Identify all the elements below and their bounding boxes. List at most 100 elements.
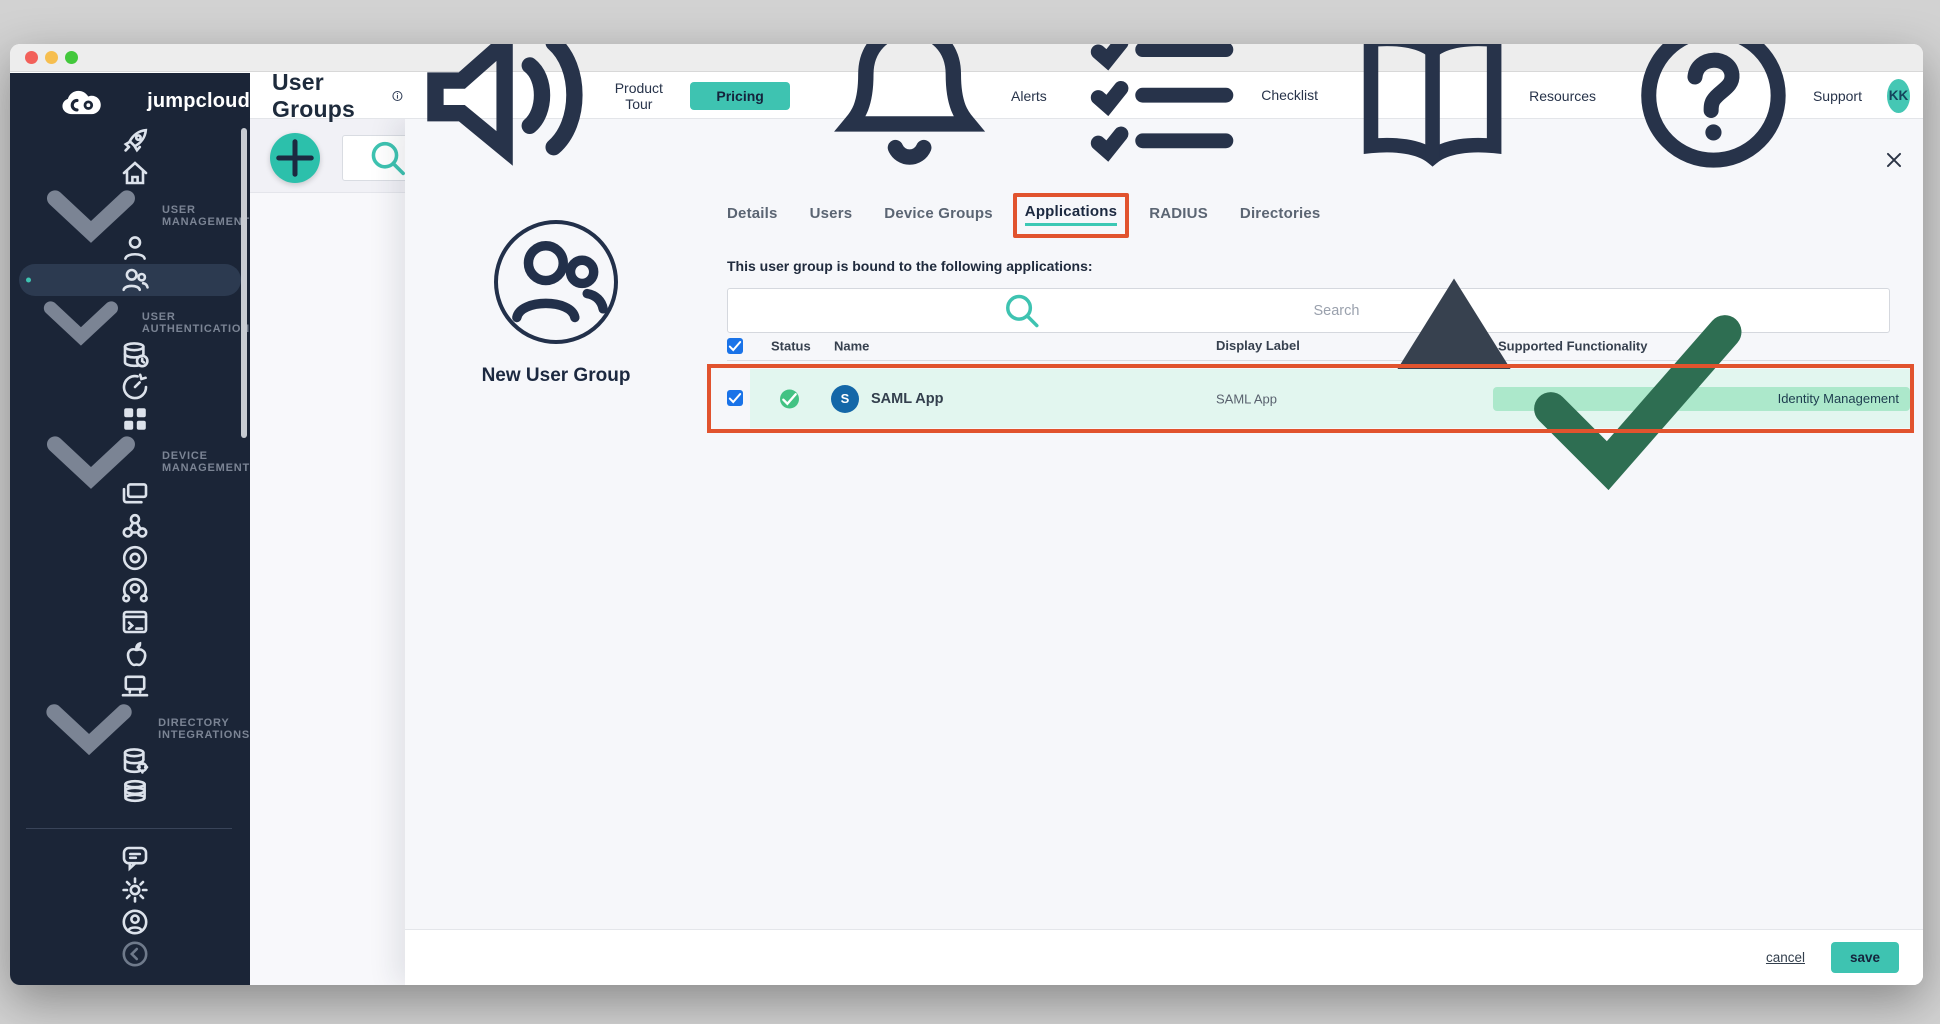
- target-icon: [40, 542, 230, 574]
- main-area: User Groups Product Tour Pricing Alerts …: [250, 73, 1923, 985]
- sidebar-item-mdm[interactable]: MDM: [10, 638, 250, 670]
- sidebar-item-sso[interactable]: SSO: [10, 403, 250, 435]
- sidebar-item-devices[interactable]: Devices: [10, 478, 250, 510]
- sidebar-item-cloud-directories[interactable]: Cloud Directories: [10, 777, 250, 809]
- resources-button[interactable]: Resources: [1343, 44, 1596, 185]
- header-actions: Product Tour Pricing Alerts Checklist Re…: [404, 44, 1910, 196]
- support-button[interactable]: Support: [1621, 44, 1862, 188]
- sidebar-item-account[interactable]: Account: [10, 906, 250, 938]
- sidebar-item-device-groups[interactable]: Device Groups: [10, 510, 250, 542]
- grid-icon: [40, 403, 230, 435]
- radius-dial-icon: [40, 371, 230, 403]
- support-label: Support: [1813, 88, 1862, 104]
- user-groups-list-pane: [250, 119, 405, 985]
- save-button[interactable]: save: [1831, 942, 1899, 973]
- sidebar-item-software-management[interactable]: Software Management: [10, 670, 250, 702]
- app-name: SAML App: [871, 391, 944, 407]
- app-window: jumpcloud DiscoverGET STARTEDHome USER MA…: [10, 44, 1923, 985]
- user-group-drawer: New User Group DetailsUsersDevice Groups…: [405, 119, 1923, 985]
- page-header: User Groups Product Tour Pricing Alerts …: [250, 73, 1923, 119]
- user-group-icon: [498, 224, 614, 340]
- sidebar-section-user-authentication[interactable]: USER AUTHENTICATION: [10, 307, 250, 339]
- megaphone-icon: [404, 44, 605, 196]
- product-tour-button[interactable]: Product Tour: [404, 44, 665, 196]
- product-tour-label: Product Tour: [612, 80, 665, 112]
- checklist-icon: [1072, 44, 1254, 187]
- app-avatar: S: [831, 385, 859, 413]
- alerts-button[interactable]: Alerts: [815, 44, 1047, 190]
- sidebar-item-active-directory[interactable]: Active Directory: [10, 745, 250, 777]
- select-all-checkbox[interactable]: [727, 338, 743, 354]
- sidebar-item-settings[interactable]: Settings: [10, 874, 250, 906]
- user-icon: [40, 232, 230, 264]
- info-icon[interactable]: [391, 87, 404, 105]
- sidebar-item-collapse-menu[interactable]: Collapse Menu: [10, 938, 250, 970]
- stacked-db-icon: [40, 777, 230, 809]
- row-checkbox[interactable]: [727, 390, 743, 406]
- page-title: User Groups: [272, 69, 373, 123]
- sidebar-item-policy-management[interactable]: Policy ManagementNEW: [10, 542, 250, 574]
- sidebar-scrollbar[interactable]: [241, 128, 247, 438]
- rocket-icon: [40, 125, 230, 157]
- sidebar-section-device-management[interactable]: DEVICE MANAGEMENT: [10, 446, 250, 478]
- functionality-badge: Identity Management: [1493, 387, 1910, 411]
- check-icon: [1504, 265, 1772, 533]
- table-row-saml-app[interactable]: S SAML App SAML App Identity Management: [750, 369, 1910, 428]
- checklist-label: Checklist: [1261, 87, 1318, 103]
- check-icon: [727, 338, 743, 354]
- cancel-button[interactable]: cancel: [1766, 950, 1805, 965]
- user-group-icon: [40, 264, 229, 296]
- add-user-group-button[interactable]: [270, 133, 320, 183]
- pricing-button[interactable]: Pricing: [690, 82, 789, 110]
- policy-group-icon: [40, 574, 230, 606]
- sidebar-item-users[interactable]: Users: [10, 232, 250, 264]
- sidebar-section-directory-integrations[interactable]: DIRECTORY INTEGRATIONS: [10, 713, 250, 745]
- sidebar-nav: DiscoverGET STARTEDHomeUSER MANAGEMENTUs…: [10, 125, 250, 970]
- sidebar-section-label: USER AUTHENTICATION: [142, 311, 250, 335]
- sidebar-item-policy-groups[interactable]: Policy Groups: [10, 574, 250, 606]
- sidebar-item-home[interactable]: Home: [10, 157, 250, 189]
- sidebar-item-radius[interactable]: RADIUS: [10, 371, 250, 403]
- tab-users[interactable]: Users: [810, 204, 853, 226]
- gear-icon: [40, 874, 230, 906]
- column-header-name[interactable]: Name: [834, 338, 869, 353]
- bell-icon: [815, 44, 1004, 190]
- sidebar-item-user-groups[interactable]: User Groups: [19, 264, 241, 296]
- group-avatar-circle: [494, 220, 618, 344]
- sidebar-item-discover[interactable]: DiscoverGET STARTED: [10, 125, 250, 157]
- tab-radius[interactable]: RADIUS: [1149, 204, 1208, 226]
- check-icon: [780, 389, 799, 408]
- sidebar-item-commands[interactable]: Commands: [10, 606, 250, 638]
- plus-icon: [270, 133, 320, 183]
- sidebar-item-ldap[interactable]: LDAP: [10, 339, 250, 371]
- status-active-icon: [780, 389, 799, 408]
- bound-applications-text: This user group is bound to the followin…: [727, 258, 1093, 274]
- account-icon: [40, 906, 230, 938]
- column-header-status[interactable]: Status: [771, 338, 811, 353]
- terminal-icon: [40, 606, 230, 638]
- device-group-icon: [40, 510, 230, 542]
- jumpcloud-logo-text: jumpcloud: [147, 90, 250, 113]
- window-close-button[interactable]: [25, 51, 38, 64]
- window-minimize-button[interactable]: [45, 51, 58, 64]
- functionality-label: Identity Management: [1778, 391, 1899, 406]
- info-icon-glyph: [391, 87, 404, 105]
- home-icon: [40, 157, 230, 189]
- checklist-button[interactable]: Checklist: [1072, 44, 1318, 187]
- tab-device-groups[interactable]: Device Groups: [884, 204, 992, 226]
- collapse-icon: [40, 938, 230, 970]
- tab-applications[interactable]: Applications: [1025, 204, 1117, 226]
- app-frame: jumpcloud DiscoverGET STARTEDHome USER MA…: [10, 73, 1923, 985]
- laptop-icon: [40, 670, 230, 702]
- user-avatar[interactable]: KK: [1887, 79, 1910, 113]
- question-icon: [1621, 44, 1806, 188]
- sidebar: jumpcloud DiscoverGET STARTEDHome USER MA…: [10, 73, 250, 985]
- sidebar-divider: [26, 828, 232, 829]
- sidebar-section-label: DIRECTORY INTEGRATIONS: [158, 717, 250, 741]
- resources-label: Resources: [1529, 88, 1596, 104]
- chat-icon: [40, 842, 230, 874]
- sidebar-section-user-management[interactable]: USER MANAGEMENT: [10, 200, 250, 232]
- window-zoom-button[interactable]: [65, 51, 78, 64]
- tab-details[interactable]: Details: [727, 204, 778, 226]
- sidebar-item-live-chat[interactable]: Live Chat1days left: [10, 842, 250, 874]
